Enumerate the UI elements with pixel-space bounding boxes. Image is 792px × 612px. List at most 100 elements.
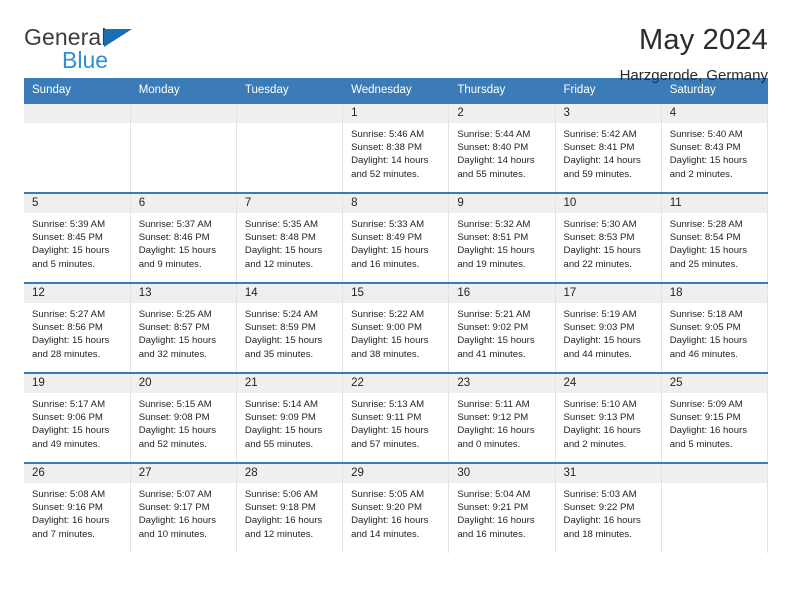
day-cell[interactable]: 14 Sunrise: 5:24 AM Sunset: 8:59 PM Dayligh… xyxy=(236,282,344,373)
daylight-text-line2: and 59 minutes. xyxy=(563,168,632,180)
day-number: 15 xyxy=(343,284,449,303)
day-cell[interactable]: 30 Sunrise: 5:04 AM Sunset: 9:21 PM Dayligh… xyxy=(448,462,556,553)
calendar-week-row: 12 Sunrise: 5:27 AM Sunset: 8:56 PM Dayligh… xyxy=(24,282,769,373)
sunset-text: Sunset: 9:15 PM xyxy=(669,412,741,424)
day-cell[interactable]: 2 Sunrise: 5:44 AM Sunset: 8:40 PM Daylight… xyxy=(448,102,556,193)
day-cell[interactable]: 15 Sunrise: 5:22 AM Sunset: 9:00 PM Dayligh… xyxy=(342,282,450,373)
day-number: 5 xyxy=(24,194,130,213)
day-cell[interactable]: 3 Sunrise: 5:42 AM Sunset: 8:41 PM Daylight… xyxy=(555,102,662,193)
day-cell[interactable]: 13 Sunrise: 5:25 AM Sunset: 8:57 PM Dayligh… xyxy=(130,282,237,373)
day-number: 8 xyxy=(343,194,449,213)
day-cell[interactable]: 29 Sunrise: 5:05 AM Sunset: 9:20 PM Dayligh… xyxy=(342,462,450,553)
daylight-text-line1: Daylight: 15 hours xyxy=(669,335,748,347)
day-number: 11 xyxy=(661,194,767,213)
daylight-text-line1: Daylight: 16 hours xyxy=(563,425,641,437)
day-cell[interactable]: 24 Sunrise: 5:10 AM Sunset: 9:13 PM Dayligh… xyxy=(555,372,662,463)
day-details: Sunrise: 5:19 AM Sunset: 9:03 PM Daylight:… xyxy=(556,303,661,361)
sunset-text: Sunset: 8:59 PM xyxy=(244,322,316,334)
day-number: 7 xyxy=(236,194,343,213)
day-cell[interactable]: 4 Sunrise: 5:40 AM Sunset: 8:43 PM Daylight… xyxy=(661,102,769,193)
title-block: May 2024 Harzgerode, Germany xyxy=(620,24,768,84)
daylight-text-line2: and 5 minutes. xyxy=(669,438,733,450)
day-cell[interactable]: 16 Sunrise: 5:21 AM Sunset: 9:02 PM Dayligh… xyxy=(448,282,556,373)
day-cell[interactable]: 31 Sunrise: 5:03 AM Sunset: 9:22 PM Dayligh… xyxy=(555,462,662,553)
sunset-text: Sunset: 9:08 PM xyxy=(138,412,210,424)
page-title: May 2024 xyxy=(639,24,768,56)
day-cell[interactable]: 1 Sunrise: 5:46 AM Sunset: 8:38 PM Daylight… xyxy=(342,102,450,193)
daylight-text-line2: and 12 minutes. xyxy=(244,528,314,540)
day-details: Sunrise: 5:46 AM Sunset: 8:38 PM Daylight:… xyxy=(343,123,448,181)
day-number: 27 xyxy=(130,464,236,483)
weekday-header-monday: Monday xyxy=(130,78,237,103)
day-details: Sunrise: 5:35 AM Sunset: 8:48 PM Daylight:… xyxy=(237,213,342,271)
sunrise-text: Sunrise: 5:32 AM xyxy=(457,219,531,230)
day-cell[interactable]: 18 Sunrise: 5:18 AM Sunset: 9:05 PM Dayligh… xyxy=(661,282,769,373)
day-cell[interactable]: 20 Sunrise: 5:15 AM Sunset: 9:08 PM Dayligh… xyxy=(130,372,237,463)
daylight-text-line1: Daylight: 14 hours xyxy=(563,155,641,167)
day-number: 26 xyxy=(24,464,130,483)
sunrise-text: Sunrise: 5:27 AM xyxy=(32,309,106,320)
day-cell[interactable]: 21 Sunrise: 5:14 AM Sunset: 9:09 PM Dayligh… xyxy=(236,372,344,463)
daylight-text-line2: and 25 minutes. xyxy=(669,258,738,270)
daylight-text-line2: and 5 minutes. xyxy=(32,258,95,270)
daylight-text-line1: Daylight: 16 hours xyxy=(457,425,535,437)
day-cell[interactable]: 26 Sunrise: 5:08 AM Sunset: 9:16 PM Dayligh… xyxy=(24,462,131,553)
daylight-text-line1: Daylight: 15 hours xyxy=(244,245,323,257)
sunset-text: Sunset: 9:16 PM xyxy=(32,502,103,514)
sunset-text: Sunset: 9:13 PM xyxy=(563,412,635,424)
day-details: Sunrise: 5:44 AM Sunset: 8:40 PM Daylight:… xyxy=(449,123,554,181)
daylight-text-line2: and 19 minutes. xyxy=(457,258,526,270)
daylight-text-line2: and 44 minutes. xyxy=(563,348,632,360)
daylight-text-line2: and 38 minutes. xyxy=(351,348,420,360)
sunrise-text: Sunrise: 5:05 AM xyxy=(351,489,425,500)
day-details: Sunrise: 5:05 AM Sunset: 9:20 PM Daylight:… xyxy=(343,483,448,541)
day-cell[interactable]: 25 Sunrise: 5:09 AM Sunset: 9:15 PM Dayligh… xyxy=(661,372,769,463)
day-cell[interactable]: 28 Sunrise: 5:06 AM Sunset: 9:18 PM Dayligh… xyxy=(236,462,344,553)
day-cell[interactable]: 19 Sunrise: 5:17 AM Sunset: 9:06 PM Dayligh… xyxy=(24,372,131,463)
day-cell[interactable]: 11 Sunrise: 5:28 AM Sunset: 8:54 PM Dayligh… xyxy=(661,192,769,283)
daylight-text-line2: and 35 minutes. xyxy=(244,348,314,360)
day-cell[interactable]: 9 Sunrise: 5:32 AM Sunset: 8:51 PM Daylight… xyxy=(448,192,556,283)
day-cell[interactable]: 17 Sunrise: 5:19 AM Sunset: 9:03 PM Dayligh… xyxy=(555,282,662,373)
day-details: Sunrise: 5:11 AM Sunset: 9:12 PM Daylight:… xyxy=(449,393,554,451)
day-cell[interactable]: 10 Sunrise: 5:30 AM Sunset: 8:53 PM Dayligh… xyxy=(555,192,662,283)
daylight-text-line2: and 57 minutes. xyxy=(351,438,420,450)
day-cell[interactable]: 6 Sunrise: 5:37 AM Sunset: 8:46 PM Daylight… xyxy=(130,192,237,283)
day-cell-empty xyxy=(24,102,131,193)
day-cell[interactable]: 8 Sunrise: 5:33 AM Sunset: 8:49 PM Daylight… xyxy=(342,192,450,283)
sunset-text: Sunset: 9:00 PM xyxy=(351,322,423,334)
sunset-text: Sunset: 8:49 PM xyxy=(351,232,423,244)
sunset-text: Sunset: 8:46 PM xyxy=(138,232,210,244)
sunset-text: Sunset: 8:51 PM xyxy=(457,232,529,244)
daylight-text-line2: and 2 minutes. xyxy=(563,438,627,450)
sunset-text: Sunset: 9:18 PM xyxy=(244,502,316,514)
daylight-text-line2: and 55 minutes. xyxy=(457,168,526,180)
general-blue-logo[interactable]: General Blue xyxy=(24,26,144,78)
sunrise-text: Sunrise: 5:33 AM xyxy=(351,219,425,230)
calendar-week-row: 1 Sunrise: 5:46 AM Sunset: 8:38 PM Daylight… xyxy=(24,102,769,193)
day-cell[interactable]: 27 Sunrise: 5:07 AM Sunset: 9:17 PM Dayligh… xyxy=(130,462,237,553)
day-cell[interactable]: 22 Sunrise: 5:13 AM Sunset: 9:11 PM Dayligh… xyxy=(342,372,450,463)
sunset-text: Sunset: 9:21 PM xyxy=(457,502,529,514)
daylight-text-line1: Daylight: 15 hours xyxy=(244,425,323,437)
daylight-text-line1: Daylight: 14 hours xyxy=(457,155,535,167)
day-details: Sunrise: 5:30 AM Sunset: 8:53 PM Daylight:… xyxy=(556,213,661,271)
day-number: 23 xyxy=(449,374,555,393)
day-details: Sunrise: 5:33 AM Sunset: 8:49 PM Daylight:… xyxy=(343,213,448,271)
day-cell[interactable]: 12 Sunrise: 5:27 AM Sunset: 8:56 PM Dayligh… xyxy=(24,282,131,373)
sunrise-text: Sunrise: 5:46 AM xyxy=(351,129,425,140)
day-details: Sunrise: 5:24 AM Sunset: 8:59 PM Daylight:… xyxy=(237,303,342,361)
sunrise-text: Sunrise: 5:35 AM xyxy=(244,219,318,230)
daylight-text-line1: Daylight: 16 hours xyxy=(563,515,641,527)
day-cell[interactable]: 23 Sunrise: 5:11 AM Sunset: 9:12 PM Dayligh… xyxy=(448,372,556,463)
day-cell[interactable]: 5 Sunrise: 5:39 AM Sunset: 8:45 PM Daylight… xyxy=(24,192,131,283)
day-number: 14 xyxy=(236,284,343,303)
day-cell[interactable]: 7 Sunrise: 5:35 AM Sunset: 8:48 PM Daylight… xyxy=(236,192,344,283)
calendar-grid: Sunday Monday Tuesday Wednesday Thursday Frid… xyxy=(24,78,769,553)
day-number: 13 xyxy=(130,284,236,303)
daylight-text-line1: Daylight: 15 hours xyxy=(32,245,110,257)
day-number: 29 xyxy=(343,464,449,483)
day-details: Sunrise: 5:15 AM Sunset: 9:08 PM Daylight:… xyxy=(131,393,236,451)
daylight-text-line1: Daylight: 15 hours xyxy=(32,335,110,347)
sunset-text: Sunset: 9:22 PM xyxy=(563,502,635,514)
